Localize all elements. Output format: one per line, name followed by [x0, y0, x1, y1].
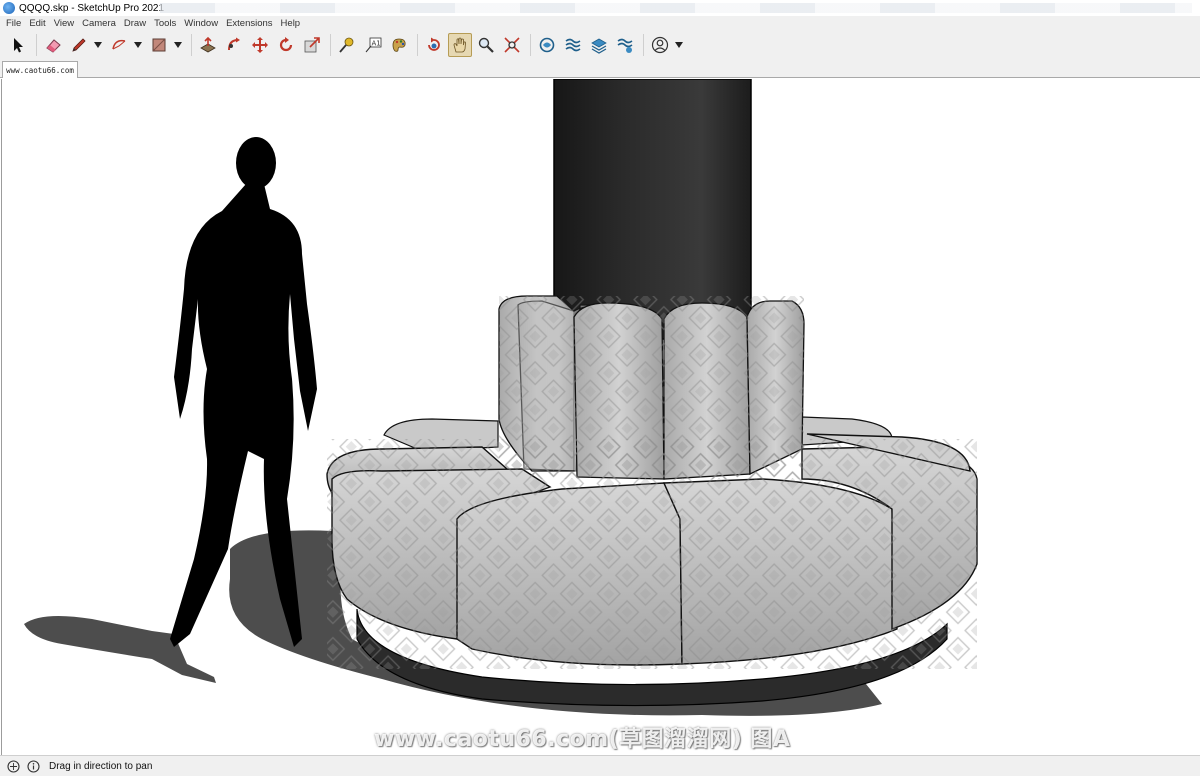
scene-tab-strip: www.caotu66.com — [0, 59, 1200, 78]
main-toolbar: A1 — [0, 31, 1200, 59]
status-bar: Drag in direction to pan — [0, 755, 1200, 776]
menu-edit[interactable]: Edit — [25, 18, 49, 29]
menu-help[interactable]: Help — [277, 18, 305, 29]
menu-bar: File Edit View Camera Draw Tools Window … — [0, 16, 1200, 31]
scale-icon[interactable] — [300, 33, 324, 57]
watermark-text: www.caotu66.com(草图溜溜网) 图A — [374, 727, 791, 752]
geo-location-icon[interactable] — [6, 759, 20, 773]
menu-tools[interactable]: Tools — [150, 18, 180, 29]
toolbar-separator — [417, 34, 418, 56]
menu-window[interactable]: Window — [180, 18, 222, 29]
title-bar: QQQQ.skp - SketchUp Pro 2021 — [0, 0, 1200, 16]
sofa-seats — [326, 433, 978, 669]
toolbar-separator — [330, 34, 331, 56]
eraser-icon[interactable] — [41, 33, 65, 57]
zoom-icon[interactable] — [474, 33, 498, 57]
arc-icon[interactable] — [107, 33, 131, 57]
orbit-icon[interactable] — [422, 33, 446, 57]
zoom-extents-icon[interactable] — [500, 33, 524, 57]
rectangle-dropdown-icon[interactable] — [173, 33, 183, 57]
toolbar-separator — [530, 34, 531, 56]
toolbar-separator — [191, 34, 192, 56]
account-dropdown-icon[interactable] — [674, 33, 684, 57]
toolbar-separator — [36, 34, 37, 56]
pan-icon[interactable] — [448, 33, 472, 57]
rotate-icon[interactable] — [274, 33, 298, 57]
push-pull-icon[interactable] — [196, 33, 220, 57]
model-scene — [24, 79, 978, 716]
arc-dropdown-icon[interactable] — [133, 33, 143, 57]
pencil-icon[interactable] — [67, 33, 91, 57]
svg-text:A1: A1 — [372, 40, 381, 48]
pencil-dropdown-icon[interactable] — [93, 33, 103, 57]
menu-file[interactable]: File — [2, 18, 25, 29]
menu-view[interactable]: View — [50, 18, 78, 29]
select-icon[interactable] — [6, 33, 30, 57]
layers-icon[interactable] — [587, 33, 611, 57]
move-icon[interactable] — [248, 33, 272, 57]
warehouse-icon[interactable] — [535, 33, 559, 57]
menu-draw[interactable]: Draw — [120, 18, 150, 29]
tape-measure-icon[interactable] — [335, 33, 359, 57]
paint-bucket-icon[interactable] — [147, 33, 171, 57]
text-icon[interactable]: A1 — [361, 33, 385, 57]
toolbar-separator — [643, 34, 644, 56]
follow-me-icon[interactable] — [222, 33, 246, 57]
sketchup-app-icon — [3, 2, 15, 14]
window-title: QQQQ.skp - SketchUp Pro 2021 — [19, 2, 165, 14]
paint-icon[interactable] — [387, 33, 411, 57]
model-viewport[interactable] — [1, 79, 1199, 755]
styles-icon[interactable] — [613, 33, 637, 57]
background-tabs — [160, 3, 1192, 13]
status-text: Drag in direction to pan — [49, 760, 153, 772]
menu-extensions[interactable]: Extensions — [222, 18, 276, 29]
info-icon[interactable] — [26, 759, 40, 773]
scene-tab[interactable]: www.caotu66.com — [2, 61, 78, 78]
account-icon[interactable] — [648, 33, 672, 57]
menu-camera[interactable]: Camera — [78, 18, 120, 29]
extension-warehouse-icon[interactable] — [561, 33, 585, 57]
